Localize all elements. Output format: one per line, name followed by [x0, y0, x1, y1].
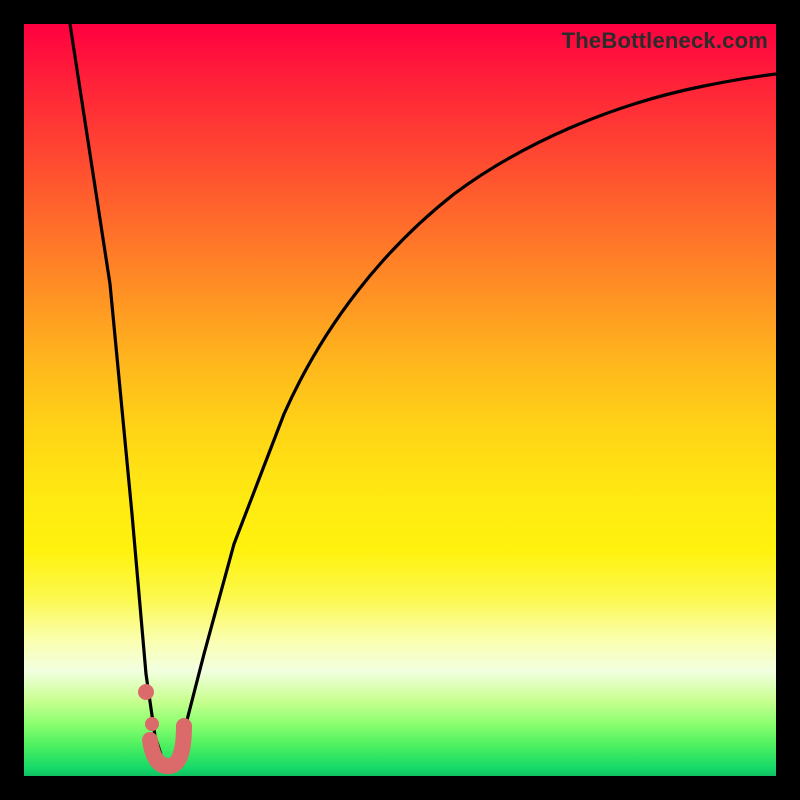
curve-path	[70, 24, 776, 764]
chart-frame: TheBottleneck.com	[0, 0, 800, 800]
highlight-dot	[145, 717, 159, 731]
plot-area: TheBottleneck.com	[24, 24, 776, 776]
highlight-j	[150, 726, 184, 766]
highlight-cluster	[138, 684, 184, 766]
watermark-text: TheBottleneck.com	[562, 28, 768, 54]
highlight-dot	[138, 684, 154, 700]
bottleneck-curve	[24, 24, 776, 776]
